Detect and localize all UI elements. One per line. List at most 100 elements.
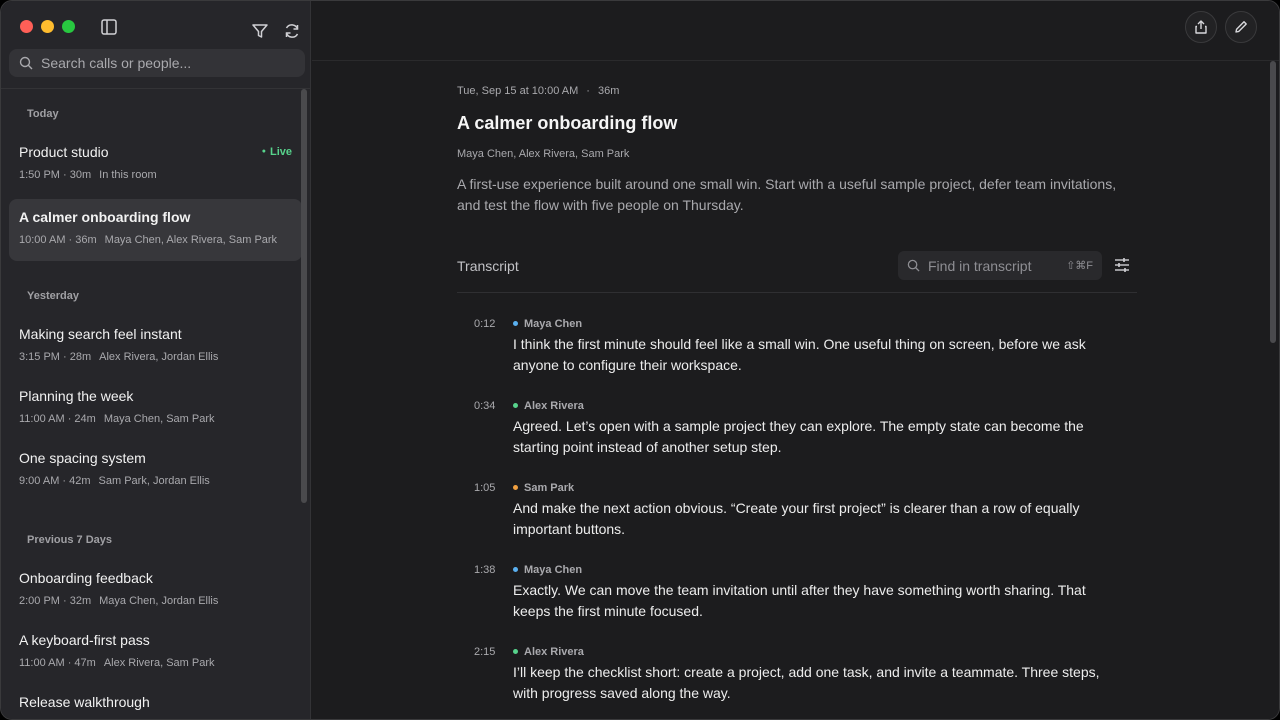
- sidebar: Today Product studio Live 1:50 PM · 30m I…: [1, 1, 311, 719]
- speaker-dot: [513, 321, 518, 326]
- call-participants: Maya Chen, Alex Rivera, Sam Park: [457, 148, 630, 160]
- call-item-planning-week[interactable]: Planning the week 11:00 AM · 24m Maya Che…: [9, 378, 301, 440]
- call-item-calmer-onboarding[interactable]: A calmer onboarding flow 10:00 AM · 36m M…: [9, 199, 301, 261]
- call-item-product-studio[interactable]: Product studio Live 1:50 PM · 30m In this…: [9, 134, 301, 196]
- speaker-dot: [513, 403, 518, 408]
- entry-timestamp[interactable]: 0:34: [474, 400, 495, 412]
- toolbar: [312, 1, 1279, 61]
- entry-text: I’ll keep the checklist short: create a …: [513, 664, 1100, 701]
- live-badge: Live: [262, 146, 292, 158]
- call-title: A calmer onboarding flow: [19, 209, 191, 225]
- call-people: Maya Chen, Sam Park: [103, 413, 215, 425]
- call-item-search-instant[interactable]: Making search feel instant 3:15 PM · 28m…: [9, 316, 301, 378]
- call-time: 2:00 PM · 32m: [19, 595, 92, 607]
- call-people: In this room: [99, 169, 157, 181]
- meta-separator: ·: [586, 85, 590, 97]
- call-people: Alex Rivera, Sam Park: [103, 657, 215, 669]
- entry-speaker: Maya Chen: [513, 564, 582, 576]
- call-time: 11:00 AM · 24m: [19, 413, 96, 425]
- sidebar-toggle-icon[interactable]: [100, 18, 118, 36]
- refresh-icon[interactable]: [283, 22, 301, 40]
- entry-speaker: Sam Park: [513, 482, 574, 494]
- find-in-transcript-box[interactable]: ⇧⌘F: [898, 251, 1102, 280]
- call-meta: 9:00 AM · 42m Sam Park, Jordan Ellis: [19, 475, 294, 487]
- call-meta: 3:15 PM · 28m Alex Rivera, Jordan Ellis: [19, 351, 294, 363]
- group-label-previous: Previous 7 Days: [27, 534, 112, 546]
- call-meta: 11:00 AM · 47m Alex Rivera, Sam Park: [19, 657, 294, 669]
- call-meta: 11:00 AM · 24m Maya Chen, Sam Park: [19, 413, 294, 425]
- search-input[interactable]: [41, 55, 281, 71]
- call-title: A keyboard-first pass: [19, 632, 150, 648]
- entry-timestamp[interactable]: 1:38: [474, 564, 495, 576]
- call-title: Release walkthrough: [19, 694, 150, 710]
- call-time: 1:50 PM · 30m: [19, 169, 92, 181]
- sidebar-scrollbar[interactable]: [301, 89, 307, 503]
- edit-button[interactable]: [1225, 11, 1257, 43]
- call-title: Onboarding feedback: [19, 570, 153, 586]
- call-item-keyboard-pass[interactable]: A keyboard-first pass 11:00 AM · 47m Alex…: [9, 622, 301, 684]
- search-icon: [907, 259, 920, 272]
- speaker-dot: [513, 649, 518, 654]
- speaker-name: Alex Rivera: [524, 400, 584, 412]
- filter-icon[interactable]: [251, 22, 269, 40]
- call-item-spacing-system[interactable]: One spacing system 9:00 AM · 42m Sam Park…: [9, 440, 301, 502]
- call-time: 3:15 PM · 28m: [19, 351, 92, 363]
- zoom-window-button[interactable]: [62, 20, 75, 33]
- entry-text: And make the next action obvious. “Creat…: [513, 500, 1080, 537]
- entry-text: Agreed. Let’s open with a sample project…: [513, 418, 1084, 455]
- call-duration: 36m: [597, 85, 620, 97]
- call-summary: A first-use experience built around one …: [457, 176, 1117, 213]
- speaker-name: Alex Rivera: [524, 646, 584, 658]
- close-window-button[interactable]: [20, 20, 33, 33]
- call-people: Alex Rivera, Jordan Ellis: [99, 351, 219, 363]
- entry-speaker: Maya Chen: [513, 318, 582, 330]
- find-in-transcript-input[interactable]: [928, 257, 1058, 274]
- call-meta: 2:00 PM · 32m Maya Chen, Jordan Ellis: [19, 595, 294, 607]
- call-item-onboarding-feedback[interactable]: Onboarding feedback 2:00 PM · 32m Maya Ch…: [9, 560, 301, 622]
- call-people: Maya Chen, Alex Rivera, Sam Park: [104, 234, 278, 246]
- main-panel: Tue, Sep 15 at 10:00 AM · 36m A calmer onb…: [312, 1, 1279, 719]
- entry-text: Exactly. We can move the team invitation…: [513, 582, 1086, 619]
- call-meta-line: Tue, Sep 15 at 10:00 AM · 36m: [457, 85, 619, 97]
- call-title: Planning the week: [19, 388, 134, 404]
- call-time: 11:00 AM · 47m: [19, 657, 96, 669]
- call-people: Sam Park, Jordan Ellis: [98, 475, 210, 487]
- share-icon: [1195, 20, 1207, 34]
- transcript-heading: Transcript: [457, 258, 519, 274]
- speaker-name: Sam Park: [524, 482, 575, 494]
- call-item-release-walkthrough[interactable]: Release walkthrough: [9, 684, 301, 719]
- entry-speaker: Alex Rivera: [513, 646, 584, 658]
- group-label-today: Today: [27, 108, 59, 120]
- call-title: Product studio: [19, 144, 109, 160]
- call-list: Today Product studio Live 1:50 PM · 30m I…: [1, 89, 301, 719]
- speaker-name: Maya Chen: [524, 564, 583, 576]
- sliders-icon[interactable]: [1113, 256, 1131, 274]
- call-time: 10:00 AM · 36m: [19, 234, 97, 246]
- entry-timestamp[interactable]: 1:05: [474, 482, 495, 494]
- call-title: One spacing system: [19, 450, 146, 466]
- app-window: Today Product studio Live 1:50 PM · 30m I…: [0, 0, 1280, 720]
- call-date: Tue, Sep 15 at 10:00 AM: [457, 85, 579, 97]
- entry-speaker: Alex Rivera: [513, 400, 584, 412]
- pencil-icon: [1235, 21, 1247, 33]
- search-box[interactable]: [9, 49, 305, 77]
- entry-timestamp[interactable]: 0:12: [474, 318, 495, 330]
- share-button[interactable]: [1185, 11, 1217, 43]
- speaker-dot: [513, 485, 518, 490]
- entry-timestamp[interactable]: 2:15: [474, 646, 495, 658]
- minimize-window-button[interactable]: [41, 20, 54, 33]
- entry-text: I think the first minute should feel lik…: [513, 336, 1086, 373]
- speaker-dot: [513, 567, 518, 572]
- main-scrollbar[interactable]: [1270, 61, 1276, 343]
- shortcut-hint: ⇧⌘F: [1066, 260, 1093, 272]
- search-icon: [19, 56, 33, 70]
- call-meta: 10:00 AM · 36m Maya Chen, Alex Rivera, Sa…: [19, 234, 294, 246]
- call-time: 9:00 AM · 42m: [19, 475, 91, 487]
- call-meta: 1:50 PM · 30m In this room: [19, 169, 294, 181]
- group-label-yesterday: Yesterday: [27, 290, 79, 302]
- page-title: A calmer onboarding flow: [457, 113, 678, 133]
- call-people: Maya Chen, Jordan Ellis: [99, 595, 219, 607]
- call-title: Making search feel instant: [19, 326, 182, 342]
- speaker-name: Maya Chen: [524, 318, 583, 330]
- window-controls: [20, 20, 75, 33]
